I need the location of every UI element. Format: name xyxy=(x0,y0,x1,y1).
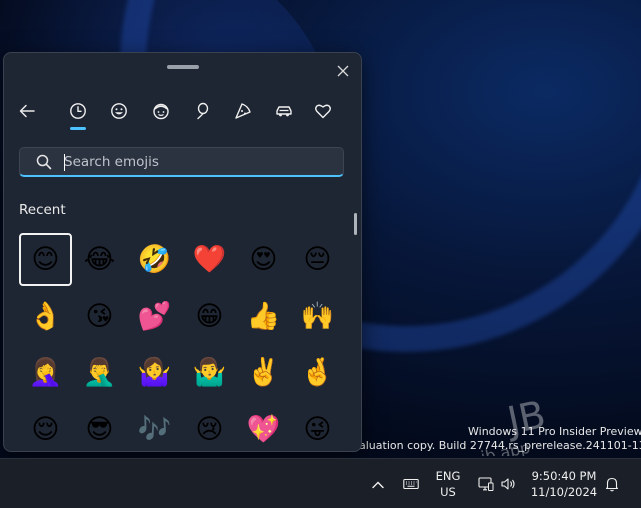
emoji-cell[interactable]: 🤷‍♀️ xyxy=(128,346,181,399)
volume-button[interactable] xyxy=(498,473,518,495)
keyboard-icon xyxy=(403,478,419,490)
close-icon xyxy=(337,65,349,77)
clock-date: 11/10/2024 xyxy=(530,485,598,499)
clock-time: 9:50:40 PM xyxy=(531,469,597,483)
touch-keyboard-button[interactable] xyxy=(400,473,422,495)
car-icon xyxy=(276,106,292,117)
tab-people[interactable] xyxy=(145,95,177,127)
category-tabs xyxy=(4,95,361,135)
emoji-cell[interactable]: 😌 xyxy=(19,403,72,451)
speaker-icon xyxy=(501,478,515,490)
close-button[interactable] xyxy=(330,58,356,84)
emoji-cell[interactable]: 😢 xyxy=(183,403,236,451)
clock-area[interactable]: 9:50:40 PM 11/10/2024 xyxy=(522,468,606,500)
emoji-cell[interactable]: 😎 xyxy=(73,403,126,451)
emoji-cell[interactable]: 😁 xyxy=(183,290,236,343)
notifications-button[interactable] xyxy=(602,473,622,495)
emoji-cell[interactable]: 🤣 xyxy=(128,233,181,286)
tab-travel[interactable] xyxy=(268,95,300,127)
show-hidden-icons-button[interactable] xyxy=(368,475,388,495)
text-caret xyxy=(64,154,65,171)
emoji-cell[interactable]: 😔 xyxy=(291,233,344,286)
search-icon xyxy=(36,154,52,170)
emoji-cell[interactable]: ❤️ xyxy=(183,233,236,286)
emoji-cell[interactable]: 🤞 xyxy=(291,346,344,399)
emoji-cell-selected[interactable]: 😊 xyxy=(19,233,72,286)
emoji-cell[interactable]: 😘 xyxy=(73,290,126,343)
keyboard-layout-code: US xyxy=(440,485,456,499)
emoji-cell[interactable]: 🙌 xyxy=(291,290,344,343)
tab-recent[interactable] xyxy=(62,95,94,130)
emoji-cell[interactable]: 🤦‍♀️ xyxy=(19,346,72,399)
heart-icon xyxy=(315,104,331,119)
tab-symbols[interactable] xyxy=(307,95,339,127)
back-arrow-icon xyxy=(19,104,35,118)
bell-icon xyxy=(605,477,619,492)
chevron-up-icon xyxy=(372,481,384,489)
pizza-icon xyxy=(235,103,251,119)
emoji-cell[interactable]: 👌 xyxy=(19,290,72,343)
network-icon xyxy=(478,477,494,491)
active-tab-indicator xyxy=(70,127,86,130)
emoji-grid: 😊 😂 🤣 ❤️ 😍 😔 👌 😘 💕 😁 👍 🙌 🤦‍♀️ 🤦‍♂️ 🤷‍♀️ 🤷‍♂️ ✌️ 🤞 😌 😎 🎶 😢 💖 😜 xyxy=(19,233,349,451)
emoji-cell[interactable]: ✌️ xyxy=(237,346,290,399)
tab-food[interactable] xyxy=(227,95,259,127)
network-status-button[interactable] xyxy=(476,473,496,495)
emoji-cell[interactable]: 👍 xyxy=(237,290,290,343)
back-button[interactable] xyxy=(11,95,43,127)
drag-handle[interactable] xyxy=(167,65,199,69)
smiley-icon xyxy=(111,103,127,119)
language-code: ENG xyxy=(435,469,461,483)
tab-celebration[interactable] xyxy=(186,95,218,127)
input-language-indicator[interactable]: ENG US xyxy=(428,468,468,500)
search-box[interactable] xyxy=(19,147,344,177)
emoji-cell[interactable]: 😂 xyxy=(73,233,126,286)
svg-text:jb app: jb app xyxy=(478,438,532,456)
search-input[interactable] xyxy=(64,151,324,173)
tab-smileys[interactable] xyxy=(103,95,135,127)
emoji-cell[interactable]: 💖 xyxy=(237,403,290,451)
emoji-cell[interactable]: 😜 xyxy=(291,403,344,451)
clock-icon xyxy=(70,103,86,119)
emoji-panel: Recent 😊😂🤣❤️😍😔 👌😘💕😁👍🙌 🤦‍♀️🤦‍♂️🤷‍♀️🤷‍♂️✌️🤞 😌… xyxy=(3,52,362,452)
scrollbar-thumb[interactable] xyxy=(354,213,357,235)
emoji-cell[interactable]: 🤷‍♂️ xyxy=(183,346,236,399)
taskbar: ENG US 9:50:40 PM 11/10/2024 xyxy=(0,458,641,508)
site-watermark-logo: JB jb app xyxy=(478,392,550,456)
section-title: Recent xyxy=(19,202,66,218)
emoji-cell[interactable]: 🎶 xyxy=(128,403,181,451)
balloon-icon xyxy=(197,102,209,120)
emoji-cell[interactable]: 🤦‍♂️ xyxy=(73,346,126,399)
emoji-cell[interactable]: 😍 xyxy=(237,233,290,286)
svg-text:JB: JB xyxy=(502,392,550,443)
emoji-cell[interactable]: 💕 xyxy=(128,290,181,343)
people-icon xyxy=(153,103,169,120)
